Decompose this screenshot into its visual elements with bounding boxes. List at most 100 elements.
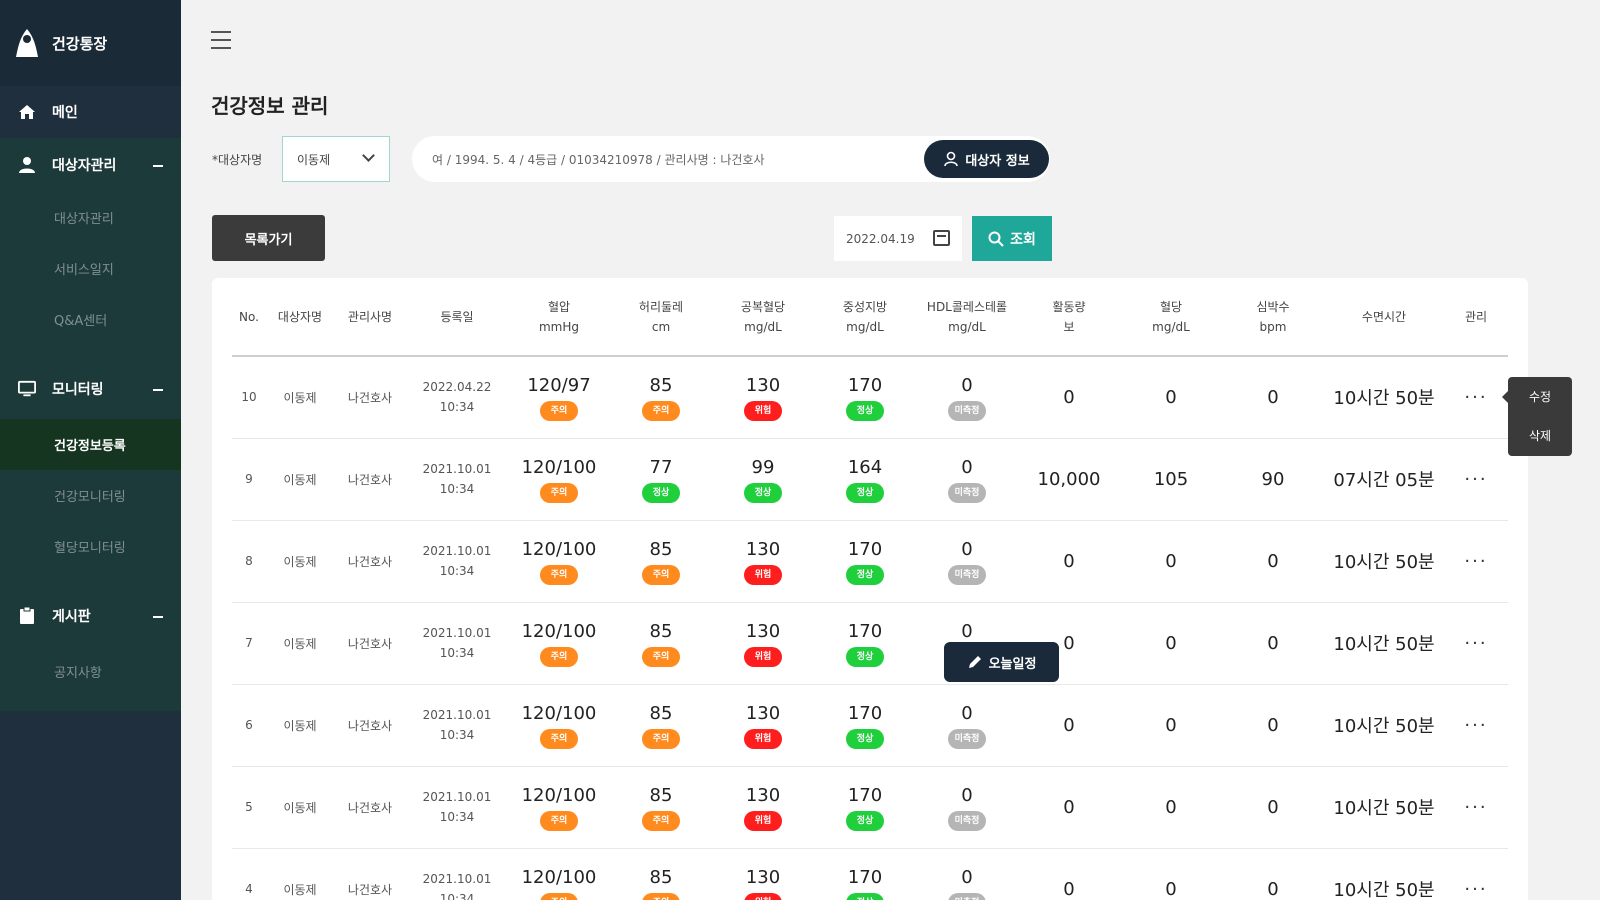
target-info-button[interactable]: 대상자 정보 — [924, 140, 1049, 178]
nav-board[interactable]: 게시판 — [0, 586, 181, 646]
more-options-icon[interactable]: ··· — [1464, 797, 1487, 818]
cell-fbs: 99 정상 — [712, 438, 814, 521]
cell-fbs: 130위험 — [712, 684, 814, 767]
search-button[interactable]: 조회 — [972, 216, 1052, 261]
status-badge: 위험 — [744, 810, 782, 831]
sub-item-service-log[interactable]: 서비스일지 — [0, 243, 181, 294]
cell-bp: 120/97 주의 — [508, 356, 610, 439]
cell-tg: 170정상 — [814, 684, 916, 767]
table-row[interactable]: 5 이동제 나건호사 2021.10.01 10:34 120/100 주의 85 주의 130 위… — [232, 766, 1508, 849]
brand-title: 건강통장 — [52, 34, 108, 53]
brand[interactable]: 건강통장 — [0, 0, 181, 86]
col-steps: 활동량 보 — [1018, 278, 1120, 357]
collapse-icon[interactable] — [153, 165, 163, 167]
cell-target-name: 이동제 — [266, 684, 334, 767]
cell-heart-rate: 0 — [1222, 684, 1324, 767]
cell-waist: 77 정상 — [610, 438, 712, 521]
col-sleep: 수면시간 — [1324, 278, 1444, 357]
status-badge: 주의 — [540, 482, 578, 503]
cell-heart-rate: 0 — [1222, 848, 1324, 900]
nav-monitoring[interactable]: 모니터링 — [0, 359, 181, 419]
cell-manage: ··· — [1444, 438, 1508, 521]
cell-no: 6 — [232, 684, 266, 767]
status-badge: 미측정 — [948, 400, 986, 421]
nav-main[interactable]: 메인 — [0, 86, 181, 138]
cell-waist: 85주의 — [610, 356, 712, 439]
cell-no: 7 — [232, 602, 266, 685]
more-options-icon[interactable]: ··· — [1464, 469, 1487, 490]
nav-target-management[interactable]: 대상자관리 — [0, 138, 181, 192]
sub-item-qna[interactable]: Q&A센터 — [0, 294, 181, 345]
search-button-label: 조회 — [1010, 231, 1036, 248]
col-reg-date: 등록일 — [406, 278, 508, 357]
cell-sleep: 10시간 50분 — [1324, 520, 1444, 603]
status-badge: 미측정 — [948, 482, 986, 503]
table-row[interactable]: 10 이동제 나건호사 2022.04.22 10:34 120/97 주의 85 주의 130 위… — [232, 356, 1508, 439]
cell-glucose: 0 — [1120, 356, 1222, 439]
cell-manager-name: 나건호사 — [334, 848, 406, 900]
calendar-icon[interactable] — [933, 230, 950, 246]
more-options-icon[interactable]: ··· — [1464, 633, 1487, 654]
cell-manager-name: 나건호사 — [334, 766, 406, 849]
cell-manager-name: 나건호사 — [334, 438, 406, 521]
sub-item-glucose-monitoring[interactable]: 혈당모니터링 — [0, 521, 181, 572]
user-outline-icon — [944, 151, 959, 167]
table-row[interactable]: 8 이동제 나건호사 2021.10.01 10:34 120/100 주의 85 주의 130 위… — [232, 520, 1508, 603]
cell-reg-date: 2021.10.01 10:34 — [406, 684, 508, 767]
cell-hdl: 0미측정 — [916, 520, 1018, 603]
chevron-down-icon — [362, 149, 375, 162]
back-to-list-button[interactable]: 목록가기 — [212, 215, 325, 261]
col-bp: 혈압 mmHg — [508, 278, 610, 357]
status-badge: 주의 — [540, 564, 578, 585]
date-picker[interactable]: 2022.04.19 — [834, 216, 962, 261]
target-select-value: 이동제 — [297, 152, 331, 167]
sub-item-health-monitoring[interactable]: 건강모니터링 — [0, 470, 181, 521]
nav-board-label: 게시판 — [52, 609, 91, 625]
cell-hdl: 0미측정 — [916, 684, 1018, 767]
today-schedule-label: 오늘일정 — [988, 656, 1037, 672]
monitor-icon — [18, 380, 36, 398]
sub-item-notice[interactable]: 공지사항 — [0, 646, 181, 697]
delete-menu-item[interactable]: 삭제 — [1508, 416, 1572, 455]
hamburger-menu-icon[interactable] — [211, 31, 231, 49]
cell-no: 8 — [232, 520, 266, 603]
collapse-icon[interactable] — [153, 616, 163, 618]
status-badge: 위험 — [744, 892, 782, 900]
table-row[interactable]: 4이동제나건호사2021.10.0110:34120/100주의85주의130위… — [232, 848, 1508, 900]
cell-waist: 85주의 — [610, 848, 712, 900]
sub-item-health-register[interactable]: 건강정보등록 — [0, 419, 181, 470]
sub-item-target[interactable]: 대상자관리 — [0, 192, 181, 243]
more-options-icon[interactable]: ··· — [1464, 715, 1487, 736]
status-badge: 정상 — [744, 482, 782, 503]
more-options-icon[interactable]: ··· — [1464, 387, 1487, 408]
more-options-icon[interactable]: ··· — [1464, 879, 1487, 900]
brand-logo-icon — [16, 29, 38, 57]
nav-monitoring-label: 모니터링 — [52, 382, 104, 398]
cell-glucose: 0 — [1120, 602, 1222, 685]
table-row[interactable]: 7 이동제 나건호사 2021.10.01 10:34 120/100 주의 85 주의 130 위… — [232, 602, 1508, 685]
table-row[interactable]: 6 이동제 나건호사 2021.10.01 10:34 120/100 주의 85 주의 130 위… — [232, 684, 1508, 767]
cell-reg-date: 2021.10.01 10:34 — [406, 520, 508, 603]
col-tg: 중성지방 mg/dL — [814, 278, 916, 357]
cell-sleep: 07시간 05분 — [1324, 438, 1444, 521]
edit-menu-item[interactable]: 수정 — [1508, 377, 1572, 416]
cell-tg: 170정상 — [814, 766, 916, 849]
cell-target-name: 이동제 — [266, 356, 334, 439]
col-hdl: HDL콜레스테롤 mg/dL — [916, 278, 1018, 357]
cell-fbs: 130위험 — [712, 766, 814, 849]
date-value: 2022.04.19 — [846, 231, 915, 246]
today-schedule-button[interactable]: 오늘일정 — [944, 642, 1059, 682]
cell-glucose: 0 — [1120, 766, 1222, 849]
target-select[interactable]: 이동제 — [282, 136, 390, 182]
cell-hdl: 0미측정 — [916, 356, 1018, 439]
pencil-icon — [968, 656, 981, 668]
cell-tg: 170정상 — [814, 602, 916, 685]
cell-hdl: 0미측정 — [916, 848, 1018, 900]
more-options-icon[interactable]: ··· — [1464, 551, 1487, 572]
status-badge: 주의 — [642, 728, 680, 749]
col-manage: 관리 — [1444, 278, 1508, 357]
cell-glucose: 0 — [1120, 520, 1222, 603]
table-row[interactable]: 9 이동제 나건호사 2021.10.01 10:34 120/100 주의 77 정상 99 정상… — [232, 438, 1508, 521]
cell-steps: 0 — [1018, 684, 1120, 767]
collapse-icon[interactable] — [153, 389, 163, 391]
